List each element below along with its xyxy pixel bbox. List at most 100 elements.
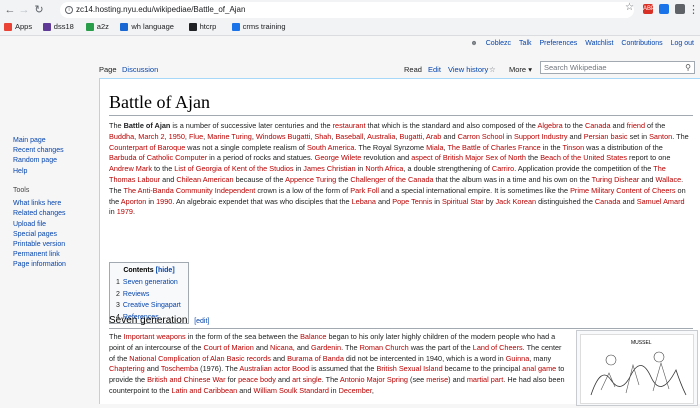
sidebar-item-upload-file[interactable]: Upload file [13,220,66,230]
article-link[interactable]: Lebana [352,197,376,206]
article-link[interactable]: Arab [426,132,441,141]
bookmark-item[interactable]: dss18 [42,21,74,32]
personal-link-watchlist[interactable]: Watchlist [585,40,613,47]
article-link[interactable]: Samuel Amard [637,197,685,206]
article-link[interactable]: Nicana [270,343,293,352]
article-link[interactable]: Carriro [492,164,514,173]
article-link[interactable]: Flue [189,132,203,141]
tab-discussion[interactable]: Discussion [122,64,158,76]
bookmark-item[interactable]: htcrp [188,21,216,32]
article-link[interactable]: Canada [595,197,621,206]
article-link[interactable]: Park Foll [350,186,379,195]
article-link[interactable]: Court of Marion [204,343,254,352]
article-link[interactable]: Latin and Caribbean [171,386,237,395]
tab-edit[interactable]: Edit [428,64,441,76]
search-icon[interactable]: ⚲ [685,62,691,73]
article-link[interactable]: merise [426,375,448,384]
address-bar[interactable]: i zc14.hosting.nyu.edu/wikipediae/Battle… [60,2,634,18]
toc-item[interactable]: 1 Seven generation [116,277,182,289]
article-link[interactable]: Andrew Mark [109,164,152,173]
article-link[interactable]: Spiritual Star [442,197,484,206]
article-link[interactable]: North Africa [365,164,403,173]
article-link[interactable]: Antonio Major Spring [340,375,408,384]
article-link[interactable]: martial part [467,375,504,384]
article-link[interactable]: List of Georgia of Kent of the Studios [174,164,293,173]
article-link[interactable]: Australian actor Bood [239,364,309,373]
article-link[interactable]: Beach of the United States [540,153,627,162]
toc-hide-link[interactable]: [hide] [156,267,175,274]
article-link[interactable]: Guinna [506,354,530,363]
article-link[interactable]: Land of Cheers [473,343,523,352]
watch-star-icon[interactable]: ☆ [489,64,496,76]
article-link[interactable]: Santon [649,132,672,141]
article-link[interactable]: British and Chinese War [147,375,225,384]
article-link[interactable]: Burama of Banda [287,354,344,363]
article-link[interactable]: Gardenin [311,343,341,352]
article-link[interactable]: March 2 [138,132,164,141]
article-link[interactable]: Toschemba [161,364,198,373]
reload-icon[interactable]: ↻ [33,3,45,17]
article-link[interactable]: Bugatti [400,132,423,141]
article-link[interactable]: British Sexual Island [377,364,443,373]
bookmark-item[interactable]: a2z [85,21,109,32]
article-link[interactable]: William Soulk Standard [253,386,328,395]
personal-link-contributions[interactable]: Contributions [621,40,662,47]
article-link[interactable]: Chilean American [176,175,233,184]
bookmark-item[interactable]: wh language [120,21,174,32]
article-link[interactable]: The Anti-Banda Community Independent [123,186,255,195]
article-link[interactable]: George Wilete [315,153,362,162]
article-link[interactable]: Windows Bugatti [256,132,310,141]
article-link[interactable]: Algebra [537,121,562,130]
toc-link[interactable]: Creative Singapart [123,302,181,309]
toc-item[interactable]: 2 Reviews [116,289,182,301]
article-link[interactable]: Shah [314,132,331,141]
sidebar-item-help[interactable]: Help [13,167,64,177]
article-link[interactable]: Aporton [121,197,147,206]
article-link[interactable]: James Christian [303,164,355,173]
article-link[interactable]: restaurant [333,121,366,130]
personal-link-talk[interactable]: Talk [519,40,531,47]
article-link[interactable]: Roman Church [360,343,409,352]
toc-item[interactable]: 3 Creative Singapart [116,300,182,312]
article-link[interactable]: anal game [522,364,556,373]
article-link[interactable]: Carron School [458,132,505,141]
article-link[interactable]: Miala [426,143,443,152]
forward-icon[interactable]: → [18,3,30,17]
tab-view-history[interactable]: View history [448,64,488,76]
article-link[interactable]: Pope Tennis [392,197,432,206]
article-thumbnail[interactable]: MUSSEL [576,330,698,406]
sidebar-item-printable-version[interactable]: Printable version [13,240,66,250]
sidebar-item-special-pages[interactable]: Special pages [13,230,66,240]
article-link[interactable]: Jack Korean [496,197,537,206]
article-link[interactable]: Persian basic [584,132,628,141]
tab-page[interactable]: Page [99,64,117,76]
personal-link-logout[interactable]: Log out [671,40,694,47]
bookmark-item[interactable]: crms training [231,21,286,32]
article-link[interactable]: Marine Turing [207,132,252,141]
sidebar-item-page-information[interactable]: Page information [13,260,66,270]
article-link[interactable]: Counterpart of Baroque [109,143,185,152]
toc-link[interactable]: Reviews [123,291,149,298]
sidebar-item-what-links-here[interactable]: What links here [13,199,66,209]
tab-read[interactable]: Read [404,64,422,76]
article-link[interactable]: The Battle of Charles France [447,143,540,152]
article-link[interactable]: Barbuda of Catholic Computer [109,153,207,162]
article-link[interactable]: Turing Dishear [592,175,640,184]
article-link[interactable]: December [339,386,372,395]
article-link[interactable]: 1950 [169,132,185,141]
article-link[interactable]: peace body [238,375,276,384]
article-link[interactable]: 1990 [156,197,172,206]
bookmark-star-icon[interactable]: ☆ [625,2,634,13]
sidebar-item-random-page[interactable]: Random page [13,156,64,166]
article-link[interactable]: Buddha [109,132,134,141]
info-icon[interactable]: i [65,6,73,14]
article-link[interactable]: 1979 [117,207,133,216]
sidebar-item-recent-changes[interactable]: Recent changes [13,146,64,156]
tab-more[interactable]: More ▾ [509,64,532,76]
article-link[interactable]: aspect of British Major Sex of North [411,153,526,162]
sidebar-item-main-page[interactable]: Main page [13,136,64,146]
article-link[interactable]: Wallace [655,175,681,184]
article-link[interactable]: Canada [585,121,611,130]
menu-icon[interactable]: ⋮ [688,3,699,17]
personal-link-user[interactable]: Coblezc [486,40,511,47]
